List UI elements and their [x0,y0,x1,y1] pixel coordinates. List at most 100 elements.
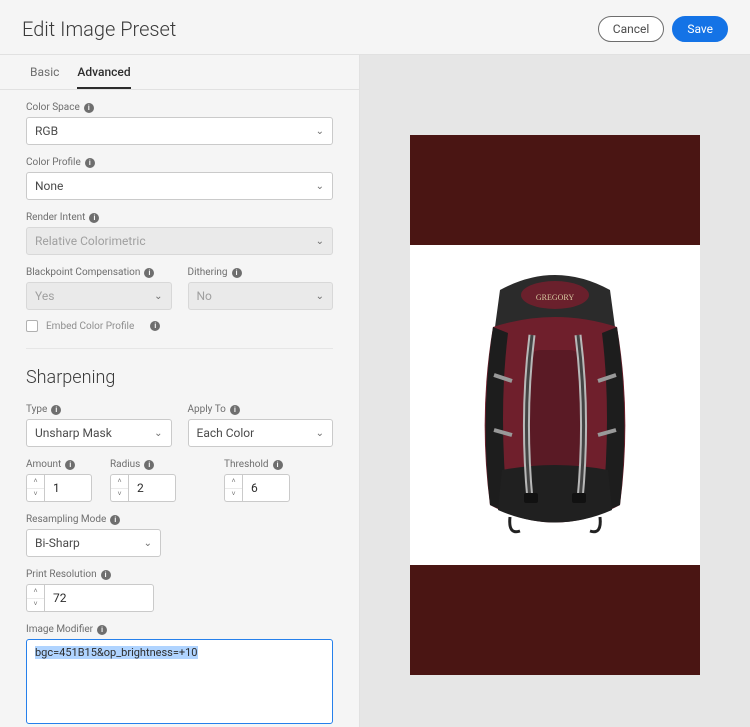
body: Basic Advanced Color Space i RGB ⌄ Color… [0,54,750,727]
print-res-stepper[interactable]: ˄˅ 72 [26,584,166,612]
backpack-icon: GREGORY [450,255,660,555]
chevron-up-icon[interactable]: ˄ [27,475,44,489]
label-text: Apply To [188,404,226,415]
chevron-down-icon: ⌄ [154,291,162,302]
select-value: Yes [35,289,54,303]
chevron-down-icon[interactable]: ˅ [225,489,242,502]
dithering-select: No ⌄ [188,282,334,310]
info-icon[interactable]: i [232,268,242,278]
info-icon[interactable]: i [89,213,99,223]
info-icon[interactable]: i [65,460,75,470]
chevron-down-icon: ⌄ [154,428,162,439]
radius-input[interactable]: 2 [128,474,176,502]
cancel-button[interactable]: Cancel [598,16,665,42]
chevron-down-icon: ⌄ [316,126,324,137]
sharpening-section-title: Sharpening [26,367,333,388]
stepper-buttons[interactable]: ˄˅ [26,474,44,502]
select-value: RGB [35,124,58,138]
threshold-input[interactable]: 6 [242,474,290,502]
select-value: None [35,179,63,193]
info-icon[interactable]: i [230,405,240,415]
label-text: Color Space [26,102,80,113]
preview-panel: GREGORY [360,55,750,727]
chevron-down-icon: ⌄ [144,538,152,549]
stepper-buttons[interactable]: ˄˅ [224,474,242,502]
sharpen-type-select[interactable]: Unsharp Mask ⌄ [26,419,172,447]
color-profile-select[interactable]: None ⌄ [26,172,333,200]
chevron-down-icon[interactable]: ˅ [111,489,128,502]
preview-image: GREGORY [410,245,700,565]
info-icon[interactable]: i [85,158,95,168]
info-icon[interactable]: i [144,460,154,470]
chevron-up-icon[interactable]: ˄ [111,475,128,489]
form-scroll[interactable]: Color Space i RGB ⌄ Color Profile i None… [0,90,359,727]
color-space-label: Color Space i [26,102,333,113]
tab-basic[interactable]: Basic [30,65,59,89]
blackpoint-select: Yes ⌄ [26,282,172,310]
form-panel: Basic Advanced Color Space i RGB ⌄ Color… [0,55,360,727]
stepper-buttons[interactable]: ˄˅ [26,584,44,612]
chevron-up-icon[interactable]: ˄ [225,475,242,489]
info-icon[interactable]: i [110,515,120,525]
threshold-stepper[interactable]: ˄˅ 6 [224,474,290,502]
chevron-down-icon[interactable]: ˅ [27,599,44,612]
select-value: No [197,289,212,303]
chevron-down-icon: ⌄ [316,236,324,247]
label-text: Color Profile [26,157,81,168]
color-space-select[interactable]: RGB ⌄ [26,117,333,145]
info-icon[interactable]: i [150,321,160,331]
info-icon[interactable]: i [101,570,111,580]
image-modifier-input[interactable]: bgc=451B15&op_brightness=+10 [26,639,333,724]
resampling-label: Resampling Mode i [26,514,333,525]
info-icon[interactable]: i [144,268,154,278]
stepper-buttons[interactable]: ˄˅ [110,474,128,502]
select-value: Each Color [197,426,255,440]
embed-profile-label: Embed Color Profile [46,321,134,332]
print-res-input[interactable]: 72 [44,584,154,612]
amount-label: Amount i [26,459,92,470]
chevron-up-icon[interactable]: ˄ [27,585,44,599]
select-value: Unsharp Mask [35,426,112,440]
label-text: Image Modifier [26,624,93,635]
chevron-down-icon[interactable]: ˅ [27,489,44,502]
label-text: Print Resolution [26,569,97,580]
radius-stepper[interactable]: ˄˅ 2 [110,474,176,502]
select-value: Bi-Sharp [35,536,80,550]
applyto-select[interactable]: Each Color ⌄ [188,419,334,447]
amount-input[interactable]: 1 [44,474,92,502]
svg-text:GREGORY: GREGORY [536,293,574,302]
amount-stepper[interactable]: ˄˅ 1 [26,474,92,502]
radius-label: Radius i [110,459,176,470]
title-bar: Edit Image Preset Cancel Save [0,0,750,54]
save-button[interactable]: Save [672,16,728,42]
applyto-label: Apply To i [188,404,334,415]
info-icon[interactable]: i [273,460,283,470]
label-text: Dithering [188,267,228,278]
info-icon[interactable]: i [51,405,61,415]
threshold-label: Threshold i [224,459,290,470]
image-modifier-label: Image Modifier i [26,624,333,635]
label-text: Threshold [224,459,269,470]
info-icon[interactable]: i [97,625,107,635]
preview-canvas: GREGORY [410,135,700,675]
embed-profile-checkbox[interactable] [26,320,38,332]
label-text: Radius [110,459,140,470]
modifier-value: bgc=451B15&op_brightness=+10 [35,646,198,659]
page-title: Edit Image Preset [22,17,590,41]
sharpen-type-label: Type i [26,404,172,415]
label-text: Amount [26,459,61,470]
label-text: Render Intent [26,212,85,223]
info-icon[interactable]: i [84,103,94,113]
dithering-label: Dithering i [188,267,334,278]
render-intent-select: Relative Colorimetric ⌄ [26,227,333,255]
app-root: Edit Image Preset Cancel Save Basic Adva… [0,0,750,727]
embed-profile-row[interactable]: Embed Color Profile i [26,320,333,332]
label-text: Type [26,404,47,415]
print-res-label: Print Resolution i [26,569,333,580]
tab-advanced[interactable]: Advanced [77,65,130,89]
label-text: Resampling Mode [26,514,106,525]
chevron-down-icon: ⌄ [316,291,324,302]
select-value: Relative Colorimetric [35,234,146,248]
resampling-select[interactable]: Bi-Sharp ⌄ [26,529,161,557]
render-intent-label: Render Intent i [26,212,333,223]
